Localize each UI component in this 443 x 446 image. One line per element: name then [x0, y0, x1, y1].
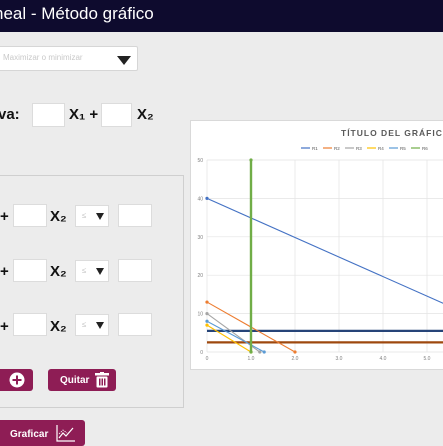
chart-panel: TÍTULO DEL GRÁFICO 0 10 20 30 40 50 0 1.0 2.0 3.0…	[190, 120, 443, 370]
chart-line-icon	[56, 425, 75, 442]
series-point-r2	[205, 300, 209, 304]
constraint-3-operator: ≤	[82, 320, 87, 329]
series-point-r4	[205, 323, 209, 327]
constraint-3-x2-input[interactable]	[13, 313, 47, 336]
series-point-r6	[249, 350, 253, 354]
chevron-down-icon	[117, 56, 131, 65]
objective-x1-input[interactable]	[32, 103, 65, 127]
y-tick-label: 40	[197, 196, 203, 202]
y-tick-label: 30	[197, 235, 203, 241]
method-select[interactable]: Maximizar o minimizar	[0, 46, 138, 71]
series-point-r5	[262, 350, 266, 354]
legend-label: R3	[356, 146, 362, 151]
x-tick-label: 5.0	[424, 356, 431, 362]
objective-x2-label: X₂	[137, 106, 154, 123]
series-point-r3	[258, 350, 262, 354]
graph-button[interactable]: Graficar	[0, 420, 85, 446]
trash-icon	[95, 372, 109, 388]
y-tick-label: 20	[197, 273, 203, 279]
app-title: neal - Método gráfico	[0, 4, 154, 23]
chart-canvas: 0 10 20 30 40 50 0 1.0 2.0 3.0 4.0 5.0 R1 R2 R3 R4 R5 R6	[197, 146, 443, 362]
remove-button-label: Quitar	[60, 375, 90, 386]
y-tick-label: 0	[200, 350, 203, 356]
constraint-1-plus: +	[0, 208, 9, 225]
constraint-3-rhs-input[interactable]	[118, 313, 152, 336]
constraint-3-x2-label: X₂	[50, 318, 67, 335]
legend-label: R6	[422, 146, 428, 151]
objective-label: va:	[0, 106, 20, 123]
plus-circle-icon	[9, 372, 25, 388]
app-title-bar: neal - Método gráfico	[0, 0, 443, 32]
y-tick-label: 10	[197, 312, 203, 318]
constraint-3-operator-select[interactable]: ≤	[75, 314, 109, 336]
chevron-down-icon	[96, 322, 104, 329]
x-tick-label: 1.0	[248, 356, 255, 362]
legend-label: R1	[312, 146, 318, 151]
add-constraint-button[interactable]	[0, 369, 33, 391]
y-tick-label: 50	[197, 158, 203, 164]
objective-x1-label: X₁ +	[69, 106, 99, 123]
constraint-2-x2-label: X₂	[50, 263, 67, 280]
constraint-1-x2-label: X₂	[50, 208, 67, 225]
x-tick-label: 2.0	[292, 356, 299, 362]
x-tick-label: 3.0	[336, 356, 343, 362]
series-line-r5	[206, 320, 265, 353]
x-tick-label: 0	[206, 356, 209, 362]
series-point-r2	[293, 350, 297, 354]
series-point-r3	[205, 312, 209, 316]
constraint-1-rhs-input[interactable]	[118, 204, 152, 227]
chevron-down-icon	[96, 268, 104, 275]
remove-constraint-button[interactable]: Quitar	[48, 369, 116, 391]
series-point-r6	[249, 158, 253, 162]
series-point-r5	[205, 319, 209, 323]
constraint-2-plus: +	[0, 263, 9, 280]
legend-label: R5	[400, 146, 406, 151]
objective-x2-input[interactable]	[101, 103, 132, 127]
constraint-1-x2-input[interactable]	[13, 204, 47, 227]
constraint-2-operator-select[interactable]: ≤	[75, 260, 109, 282]
constraint-1-operator-select[interactable]: ≤	[75, 205, 109, 227]
constraint-2-operator: ≤	[82, 266, 87, 275]
legend-label: R2	[334, 146, 340, 151]
constraint-2-rhs-input[interactable]	[118, 259, 152, 282]
series-line-r1	[206, 197, 443, 304]
x-tick-label: 4.0	[380, 356, 387, 362]
graph-button-label: Graficar	[10, 429, 49, 440]
legend-label: R4	[378, 146, 384, 151]
series-point-r1	[205, 196, 209, 200]
constraint-2-x2-input[interactable]	[13, 259, 47, 282]
method-select-placeholder: Maximizar o minimizar	[3, 53, 83, 62]
chevron-down-icon	[96, 213, 104, 220]
constraint-1-operator: ≤	[82, 211, 87, 220]
constraint-3-plus: +	[0, 318, 9, 335]
